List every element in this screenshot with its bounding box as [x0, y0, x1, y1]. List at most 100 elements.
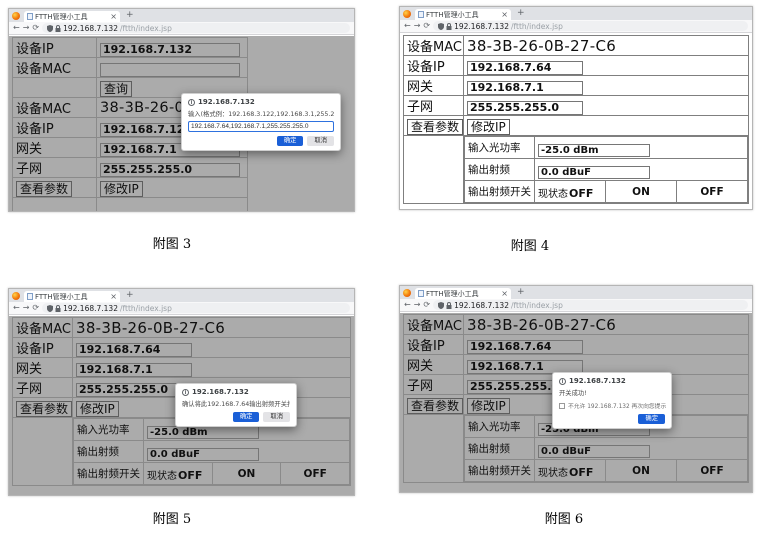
- firefox-icon: [403, 10, 411, 18]
- switch-on-button[interactable]: ON: [606, 460, 677, 482]
- device-ip-input[interactable]: [467, 340, 583, 354]
- back-icon[interactable]: ←: [404, 22, 411, 30]
- forward-icon[interactable]: →: [414, 22, 421, 30]
- reload-icon[interactable]: ⟳: [32, 24, 39, 32]
- address-bar[interactable]: 192.168.7.132/ftth/index.jsp: [433, 21, 748, 31]
- new-tab-button[interactable]: +: [123, 10, 137, 21]
- url-host: 192.168.7.132: [63, 24, 118, 33]
- table-row: 网关: [404, 76, 749, 96]
- navigation-bar: ← → ⟳ 192.168.7.132/ftth/index.jsp: [9, 22, 354, 35]
- device-mac-label: 设备MAC: [13, 58, 97, 78]
- optical-power-input[interactable]: [538, 144, 650, 157]
- rf-output-input[interactable]: [538, 445, 650, 458]
- figure-caption: 附图 6: [524, 508, 604, 527]
- dont-ask-again-checkbox[interactable]: [559, 403, 565, 409]
- table-row: 子网: [13, 158, 248, 178]
- switch-on-button[interactable]: ON: [212, 463, 281, 485]
- address-bar[interactable]: 192.168.7.132/ftth/index.jsp: [42, 23, 350, 33]
- table-row: 输入光功率 输出射频 输出射频开关 现状态OFF ON OFF: [13, 418, 351, 486]
- shield-icon: [438, 302, 444, 309]
- browser-tab[interactable]: FTTH管理小工具 ×: [415, 9, 511, 20]
- device-table: 设备MAC 38-3B-26-0B-27-C6 设备IP 网关 子网 查看参数 …: [403, 35, 749, 204]
- table-row: 设备IP: [404, 335, 749, 355]
- device-ip-label: 设备IP: [13, 118, 97, 138]
- rf-table: 输入光功率 输出射频 输出射频开关 现状态OFF ON OFF: [73, 418, 350, 485]
- modify-ip-button[interactable]: 修改IP: [467, 119, 510, 135]
- lock-icon: [446, 302, 452, 309]
- forward-icon[interactable]: →: [23, 304, 30, 312]
- close-tab-icon[interactable]: ×: [501, 11, 508, 19]
- subnet-label: 子网: [13, 378, 73, 398]
- view-params-button[interactable]: 查看参数: [407, 119, 463, 135]
- dialog-ok-button[interactable]: 确定: [233, 412, 260, 422]
- url-path: /ftth/index.jsp: [120, 24, 172, 33]
- table-row: 输出射频: [465, 159, 748, 181]
- device-ip-label: 设备IP: [404, 335, 464, 355]
- gateway-input[interactable]: [467, 81, 583, 95]
- modify-ip-button[interactable]: 修改IP: [100, 181, 143, 197]
- modify-ip-button[interactable]: 修改IP: [76, 401, 119, 417]
- switch-state-value: OFF: [178, 469, 202, 482]
- back-icon[interactable]: ←: [404, 301, 411, 309]
- switch-off-button[interactable]: OFF: [281, 463, 350, 485]
- back-icon[interactable]: ←: [13, 304, 20, 312]
- mac-query-input[interactable]: [100, 63, 240, 77]
- table-row: 输出射频开关 现状态OFF ON OFF: [465, 181, 748, 203]
- address-bar[interactable]: 192.168.7.132/ftth/index.jsp: [42, 303, 350, 313]
- dialog-title: 192.168.7.132: [198, 98, 255, 106]
- browser-tab[interactable]: FTTH管理小工具 ×: [415, 288, 511, 299]
- tab-title: FTTH管理小工具: [426, 10, 499, 20]
- modify-ip-button[interactable]: 修改IP: [467, 398, 510, 414]
- new-tab-button[interactable]: +: [514, 8, 528, 19]
- device-ip-input[interactable]: [76, 343, 192, 357]
- rf-output-input[interactable]: [538, 166, 650, 179]
- subnet-input[interactable]: [100, 163, 240, 177]
- dialog-ok-button[interactable]: 确定: [638, 414, 665, 424]
- view-params-button[interactable]: 查看参数: [16, 181, 72, 197]
- subnet-input[interactable]: [467, 101, 583, 115]
- address-bar[interactable]: 192.168.7.132/ftth/index.jsp: [433, 300, 748, 310]
- current-state-label: 现状态: [147, 471, 177, 482]
- query-button[interactable]: 查询: [100, 81, 132, 97]
- lock-icon: [446, 23, 452, 30]
- rf-out-label: 输出射频: [465, 438, 535, 460]
- table-row: 设备IP: [13, 38, 248, 58]
- reload-icon[interactable]: ⟳: [423, 22, 430, 30]
- reload-icon[interactable]: ⟳: [32, 304, 39, 312]
- device-ip-input[interactable]: [467, 61, 583, 75]
- new-tab-button[interactable]: +: [123, 290, 137, 301]
- back-icon[interactable]: ←: [13, 24, 20, 32]
- close-tab-icon[interactable]: ×: [110, 13, 117, 21]
- close-tab-icon[interactable]: ×: [110, 293, 117, 301]
- dialog-cancel-button[interactable]: 取消: [307, 136, 334, 146]
- confirm-dialog: 192.168.7.132 确认将此192.168.7.64输出射频开关打开吗!…: [175, 383, 297, 427]
- dialog-ok-button[interactable]: 确定: [277, 136, 304, 146]
- tool-ip-input[interactable]: [100, 43, 240, 57]
- browser-tab[interactable]: FTTH管理小工具 ×: [24, 11, 120, 22]
- subnet-label: 子网: [13, 158, 97, 178]
- rf-table: 输入光功率 输出射频 输出射频开关 现状态OFF ON OFF: [464, 136, 748, 203]
- navigation-bar: ← → ⟳ 192.168.7.132/ftth/index.jsp: [400, 20, 752, 33]
- info-icon: [188, 99, 195, 106]
- device-mac-label: 设备MAC: [404, 315, 464, 335]
- tab-bar: FTTH管理小工具 × +: [9, 9, 354, 22]
- switch-on-button[interactable]: ON: [606, 181, 677, 203]
- gateway-input[interactable]: [76, 363, 192, 377]
- view-params-button[interactable]: 查看参数: [16, 401, 72, 417]
- switch-off-button[interactable]: OFF: [677, 181, 748, 203]
- table-row: 输出射频: [465, 438, 748, 460]
- forward-icon[interactable]: →: [414, 301, 421, 309]
- close-tab-icon[interactable]: ×: [501, 290, 508, 298]
- browser-window-fig4: FTTH管理小工具 × + ← → ⟳ 192.168.7.132/ftth/i…: [399, 6, 753, 210]
- new-tab-button[interactable]: +: [514, 287, 528, 298]
- forward-icon[interactable]: →: [23, 24, 30, 32]
- dialog-cancel-button[interactable]: 取消: [263, 412, 290, 422]
- view-params-button[interactable]: 查看参数: [407, 398, 463, 414]
- reload-icon[interactable]: ⟳: [423, 301, 430, 309]
- switch-off-button[interactable]: OFF: [677, 460, 748, 482]
- optical-power-input[interactable]: [147, 426, 259, 439]
- dialog-ip-input[interactable]: [188, 121, 334, 132]
- firefox-icon: [12, 292, 20, 300]
- browser-tab[interactable]: FTTH管理小工具 ×: [24, 291, 120, 302]
- rf-output-input[interactable]: [147, 448, 259, 461]
